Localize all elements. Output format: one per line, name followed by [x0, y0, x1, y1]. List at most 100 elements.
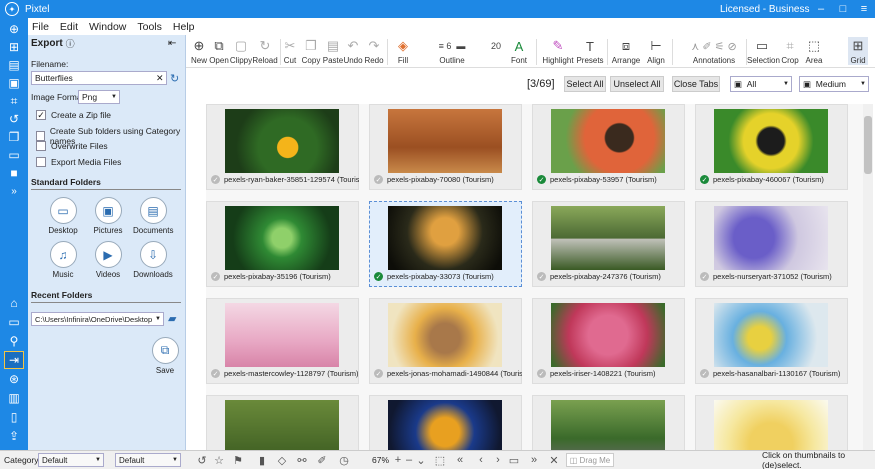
font-size-select[interactable]: 20 — [484, 37, 508, 55]
folder-downloads-button[interactable]: ⇩ Downloads — [133, 241, 173, 279]
rail-capture-icon[interactable]: ⊞ — [4, 38, 24, 56]
fill-button[interactable]: ◈ Fill — [391, 37, 415, 65]
size-select[interactable]: ▣ Medium ▼ — [799, 76, 869, 92]
select-all-button[interactable]: Select All — [564, 76, 606, 92]
export-option[interactable]: ✓ Create a Zip file — [36, 110, 111, 120]
close-icon[interactable]: ✕ — [548, 453, 560, 467]
grid-button[interactable]: ⊞ Grid — [848, 37, 868, 65]
thumbnail[interactable]: ✓ pexels-iriser-1408221 (Tourism) — [532, 298, 685, 384]
rail-print-icon[interactable]: ▥ — [4, 389, 24, 407]
rail-export-icon[interactable]: ⇥ — [4, 351, 24, 369]
thumbnail-image[interactable] — [225, 303, 339, 367]
thumbnail-image[interactable] — [714, 400, 828, 450]
thumbnail[interactable]: ✓ pexels-pixabay-70080 (Tourism) — [369, 104, 522, 190]
open-button[interactable]: ⧉ Open — [208, 37, 230, 65]
checkbox[interactable] — [36, 130, 45, 141]
align-button[interactable]: ⊢ Align — [643, 37, 669, 65]
folder-desktop-button[interactable]: ▭ Desktop — [43, 197, 83, 235]
rail-share-icon[interactable]: ⊛ — [4, 370, 24, 388]
arrange-button[interactable]: ⧈ Arrange — [610, 37, 642, 65]
menu-window[interactable]: Window — [89, 21, 126, 33]
filename-field[interactable]: Butterflies ✕ — [31, 71, 167, 85]
menu-help[interactable]: Help — [173, 21, 195, 33]
thumbnail-image[interactable] — [714, 109, 828, 173]
last-page-icon[interactable]: » — [528, 453, 540, 467]
thumbnail-image[interactable] — [714, 206, 828, 270]
thumbnail[interactable]: ✓ pexels-hasanalbari-1130167 (Tourism) — [695, 298, 848, 384]
thumbnail[interactable]: ✓ pexels-nurseryart-371052 (Tourism) — [695, 201, 848, 287]
checked-icon[interactable]: ✓ — [700, 175, 709, 184]
thumbnail[interactable]: ✓ pexels-pixabay-53957 (Tourism) — [532, 104, 685, 190]
font-button[interactable]: A Font — [508, 37, 530, 66]
menu-file[interactable]: File — [32, 21, 49, 33]
area-button[interactable]: ⬚ Area — [803, 37, 825, 65]
help-icon[interactable]: ⓘ — [66, 37, 75, 50]
flag-icon[interactable]: ⚑ — [232, 453, 244, 467]
rail-search-icon[interactable]: ⚲ — [4, 332, 24, 350]
unselect-all-button[interactable]: Unselect All — [610, 76, 664, 92]
checkbox[interactable] — [36, 141, 46, 151]
checkbox[interactable]: ✓ — [36, 110, 46, 120]
collapse-panel-icon[interactable]: ⇤ — [168, 38, 176, 49]
rail-upload-icon[interactable]: ⇪ — [4, 427, 24, 445]
maximize-icon[interactable]: □ — [832, 0, 854, 18]
unchecked-icon[interactable]: ✓ — [537, 369, 546, 378]
unchecked-icon[interactable]: ✓ — [537, 272, 546, 281]
presets-button[interactable]: T Presets — [576, 37, 604, 66]
unchecked-icon[interactable]: ✓ — [211, 369, 220, 378]
thumbnail-image[interactable] — [551, 303, 665, 367]
unchecked-icon[interactable]: ✓ — [374, 175, 383, 184]
thumbnail-image[interactable] — [551, 206, 665, 270]
refresh-icon[interactable]: ↻ — [170, 72, 179, 85]
reload-button[interactable]: ↻ Reload — [252, 37, 278, 65]
zoom-in-icon[interactable]: + — [393, 453, 403, 467]
thumbnail-image[interactable] — [225, 206, 339, 270]
highlight-button[interactable]: ✎ Highlight — [542, 37, 574, 65]
chevron-down-icon[interactable]: ⌄ — [416, 453, 426, 467]
copy-button[interactable]: ❐ Copy — [301, 37, 321, 65]
crop-button[interactable]: ⌗ Crop — [781, 37, 799, 65]
menu-icon[interactable]: ≡ — [853, 0, 875, 18]
thumbnail-image[interactable] — [388, 400, 502, 450]
cut-button[interactable]: ✂ Cut — [282, 37, 298, 65]
checked-icon[interactable]: ✓ — [374, 272, 383, 281]
next-page-icon[interactable]: › — [492, 453, 504, 467]
rail-document-icon[interactable]: ▤ — [4, 56, 24, 74]
star-icon[interactable]: ☆ — [212, 453, 226, 467]
history-icon[interactable]: ◷ — [338, 453, 350, 467]
thumbnail[interactable]: ✓ pexels-mastercowley-1128797 (Tourism) — [206, 298, 359, 384]
thumbnail[interactable] — [532, 395, 685, 450]
link-icon[interactable]: ⚯ — [296, 453, 308, 467]
unchecked-icon[interactable]: ✓ — [374, 369, 383, 378]
thumbnail[interactable] — [206, 395, 359, 450]
thumbnail-image[interactable] — [388, 109, 502, 173]
scrollbar-thumb[interactable] — [864, 116, 872, 174]
bookmark-icon[interactable]: ▮ — [256, 453, 268, 467]
back-icon[interactable]: ↺ — [196, 453, 208, 467]
vertical-scrollbar[interactable] — [863, 104, 873, 450]
browse-folder-icon[interactable]: ▰ — [168, 312, 176, 325]
unchecked-icon[interactable]: ✓ — [211, 175, 220, 184]
menu-tools[interactable]: Tools — [137, 21, 162, 33]
minimize-icon[interactable]: – — [810, 0, 832, 18]
thumbnail-image[interactable] — [388, 303, 502, 367]
new-button[interactable]: ⊕ New — [188, 37, 210, 65]
thumbnail[interactable]: ✓ pexels-pixabay-460067 (Tourism) — [695, 104, 848, 190]
selection-button[interactable]: ▭ Selection — [747, 37, 780, 65]
export-option[interactable]: Overwrite Files — [36, 141, 108, 151]
menu-edit[interactable]: Edit — [60, 21, 78, 33]
rail-home-icon[interactable]: ⊕ — [4, 20, 24, 38]
fit-icon[interactable]: ⬚ — [434, 453, 446, 467]
thumbnail[interactable]: ✓ pexels-jonas-mohamadi-1490844 (Tourism) — [369, 298, 522, 384]
category-select-2[interactable]: Default ▼ — [115, 453, 181, 467]
rail-expand-icon[interactable]: » — [4, 182, 24, 200]
thumbnail[interactable]: ✓ pexels-ryan-baker-35851-129574 (Tourism… — [206, 104, 359, 190]
folder-documents-button[interactable]: ▤ Documents — [133, 197, 173, 235]
thumbnail[interactable]: ✓ pexels-pixabay-35196 (Tourism) — [206, 201, 359, 287]
rail-device-icon[interactable]: ▯ — [4, 408, 24, 426]
thumbnail-image[interactable] — [714, 303, 828, 367]
thumbnail-image[interactable] — [225, 400, 339, 450]
clippy-button[interactable]: ▢ Clippy — [229, 37, 253, 65]
rail-clipboard-icon[interactable]: ▣ — [4, 74, 24, 92]
folder-music-button[interactable]: ♫ Music — [43, 241, 83, 279]
